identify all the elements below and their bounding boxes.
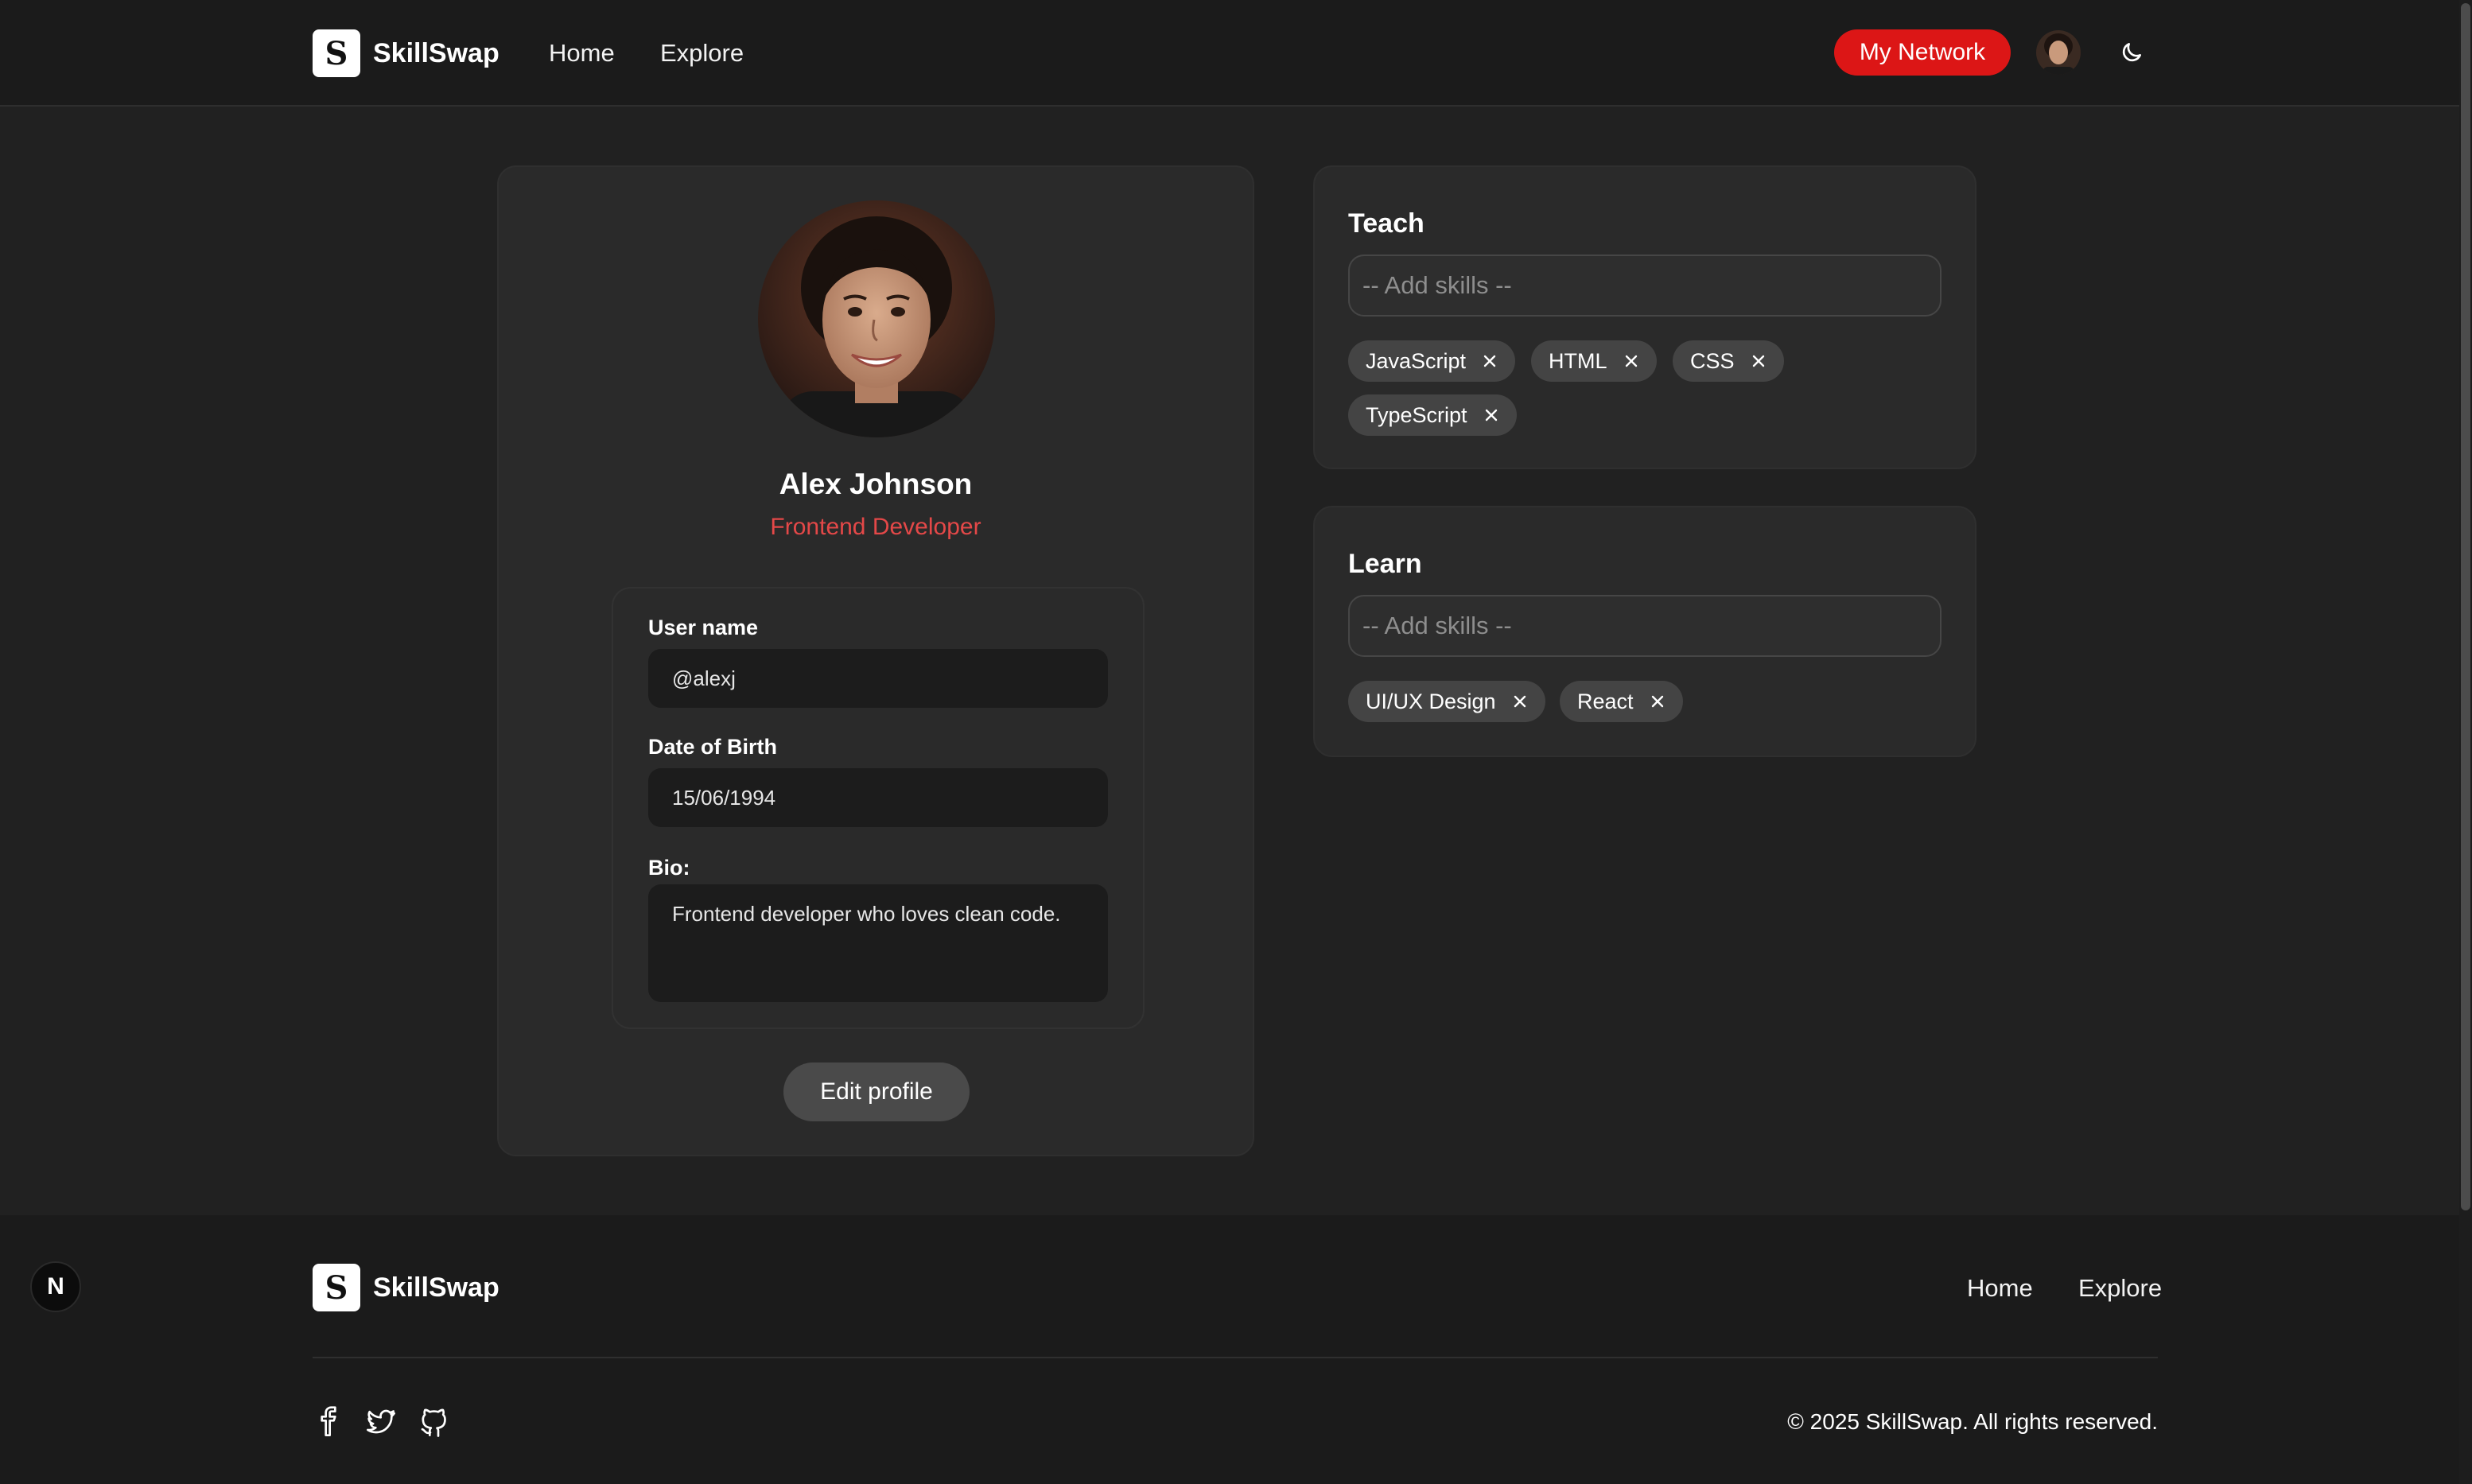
skill-chip-label: HTML xyxy=(1549,348,1607,373)
scrollbar-thumb[interactable] xyxy=(2461,3,2470,1210)
skill-chip-label: React xyxy=(1577,689,1634,713)
teach-card: Teach -- Add skills -- JavaScript HTML C… xyxy=(1313,165,1976,469)
facebook-icon[interactable] xyxy=(313,1406,344,1438)
nav-explore-link[interactable]: Explore xyxy=(660,39,744,68)
close-icon[interactable] xyxy=(1751,353,1767,369)
learn-title: Learn xyxy=(1348,549,1422,579)
footer: S SkillSwap Home Explore © 2025 SkillSwa… xyxy=(0,1215,2459,1484)
nav-home-link[interactable]: Home xyxy=(549,39,615,68)
skill-chip: CSS xyxy=(1673,340,1784,382)
username-label: User name xyxy=(648,616,759,639)
teach-skill-input[interactable]: -- Add skills -- xyxy=(1348,254,1941,317)
learn-skill-input[interactable]: -- Add skills -- xyxy=(1348,595,1941,657)
skill-chip: React xyxy=(1560,681,1683,722)
profile-name: Alex Johnson xyxy=(779,468,973,500)
profile-card: Alex Johnson Frontend Developer User nam… xyxy=(497,165,1254,1156)
dev-tools-badge[interactable]: N xyxy=(30,1261,81,1312)
footer-home-link[interactable]: Home xyxy=(1967,1274,2033,1303)
footer-brand-name: SkillSwap xyxy=(373,1272,499,1303)
moon-icon[interactable] xyxy=(2119,40,2144,65)
github-icon[interactable] xyxy=(418,1406,450,1438)
close-icon[interactable] xyxy=(1482,353,1498,369)
bio-label: Bio: xyxy=(648,856,690,880)
skill-chip-label: CSS xyxy=(1690,348,1735,373)
close-icon[interactable] xyxy=(1650,693,1665,709)
username-field[interactable]: @alexj xyxy=(648,649,1108,708)
dob-field[interactable]: 15/06/1994 xyxy=(648,768,1108,827)
copyright-text: © 2025 SkillSwap. All rights reserved. xyxy=(1787,1409,2158,1434)
skill-chip-label: TypeScript xyxy=(1366,402,1467,427)
brand-mark: S xyxy=(313,29,360,77)
skill-chip: HTML xyxy=(1531,340,1657,382)
skill-chip: TypeScript xyxy=(1348,394,1517,436)
skill-chip: JavaScript xyxy=(1348,340,1516,382)
edit-profile-button[interactable]: Edit profile xyxy=(783,1062,970,1121)
bio-textarea[interactable]: Frontend developer who loves clean code. xyxy=(648,884,1108,1002)
my-network-button[interactable]: My Network xyxy=(1834,29,2011,76)
user-avatar[interactable] xyxy=(2036,30,2081,75)
profile-info-box: User name @alexj Date of Birth 15/06/199… xyxy=(612,587,1145,1029)
close-icon[interactable] xyxy=(1623,353,1639,369)
twitter-icon[interactable] xyxy=(365,1406,397,1438)
skill-chip-label: UI/UX Design xyxy=(1366,689,1496,713)
close-icon[interactable] xyxy=(1512,693,1528,709)
dob-label: Date of Birth xyxy=(648,735,777,759)
profile-avatar xyxy=(758,200,995,437)
skill-chip-label: JavaScript xyxy=(1366,348,1467,373)
close-icon[interactable] xyxy=(1483,407,1499,423)
teach-title: Teach xyxy=(1348,208,1425,239)
footer-brand-mark: S xyxy=(313,1264,360,1311)
footer-brand-logo[interactable]: S SkillSwap xyxy=(313,1264,499,1311)
footer-divider xyxy=(313,1357,2158,1358)
profile-role: Frontend Developer xyxy=(770,514,981,540)
footer-explore-link[interactable]: Explore xyxy=(2078,1274,2162,1303)
skill-chip: UI/UX Design xyxy=(1348,681,1545,722)
learn-card: Learn -- Add skills -- UI/UX Design Reac… xyxy=(1313,506,1976,757)
brand-logo[interactable]: S SkillSwap xyxy=(313,29,499,77)
top-navbar: S SkillSwap Home Explore My Network xyxy=(0,0,2459,107)
brand-name: SkillSwap xyxy=(373,37,499,68)
